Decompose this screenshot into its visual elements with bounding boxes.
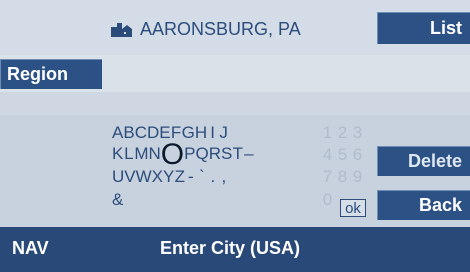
spacer-band [0,92,470,115]
letter-group: U V W X Y Z - `., [112,167,322,187]
key[interactable]: T [232,144,243,166]
key[interactable]: , [218,167,229,187]
key[interactable]: S [221,144,232,166]
digit-key[interactable]: 4 [322,145,333,165]
prompt-label: Enter City (USA) [160,238,301,258]
key[interactable]: X [152,167,163,187]
key[interactable]: M [134,144,148,166]
digit-group: 789 [322,167,363,187]
letter-group: & [112,190,322,210]
key[interactable]: V [124,167,135,187]
key[interactable]: U [112,167,124,187]
key[interactable]: R [209,144,221,166]
key[interactable]: W [136,167,152,187]
key[interactable]: ` [196,167,207,187]
digit-key[interactable]: 1 [322,123,333,143]
city-skyline-icon [111,23,132,37]
key[interactable]: D [147,123,159,143]
list-button[interactable]: List [377,12,470,44]
key[interactable]: Q [195,144,208,166]
key[interactable]: & [112,190,123,210]
key[interactable]: J [218,123,229,143]
region-button[interactable]: Region [0,59,102,89]
key[interactable]: C [135,123,147,143]
key[interactable]: K [112,144,123,166]
key[interactable]: H [195,123,207,143]
letter-group: ABCDEFGHIJ [112,123,322,143]
digit-key[interactable]: 7 [322,167,333,187]
keyboard-row-2: K L M N O P Q R S T –4 5 6 [112,140,363,170]
digit-key[interactable]: 2 [337,123,348,143]
digit-group: 123 [322,123,363,143]
key[interactable]: - [185,167,196,187]
keyboard-row-4: & 0 [112,189,333,211]
key[interactable]: N [149,144,161,166]
delete-button[interactable]: Delete [377,146,470,176]
digit-key[interactable]: 3 [352,123,363,143]
key[interactable]: L [123,144,134,166]
key[interactable]: A [112,123,123,143]
key[interactable]: Z [174,167,185,187]
back-button[interactable]: Back [377,190,470,220]
key[interactable]: I [207,123,218,143]
letter-group: K L M N O P Q R S T – [112,140,322,170]
key-selected[interactable]: O [161,140,184,170]
key[interactable]: B [123,123,134,143]
digit-key[interactable]: 6 [352,145,363,165]
key[interactable]: P [184,144,195,166]
digit-group: 0 [322,190,333,210]
key[interactable]: – [243,144,254,166]
digit-group: 456 [322,145,363,165]
keyboard-row-3: U V W X Y Z - `., 7 8 9 [112,166,363,188]
digit-key[interactable]: 8 [337,167,348,187]
key[interactable]: . [207,167,218,187]
digit-key[interactable]: 5 [337,145,348,165]
ok-key[interactable]: ok [340,199,366,217]
keyboard-row-1: ABCDEFGHIJ123 [112,122,363,144]
current-city: AARONSBURG, PA [110,18,301,40]
digit-key[interactable]: 0 [322,190,333,210]
mode-label: NAV [12,238,49,258]
key[interactable]: Y [163,167,174,187]
city-name: AARONSBURG, PA [140,18,301,39]
digit-key[interactable]: 9 [352,167,363,187]
